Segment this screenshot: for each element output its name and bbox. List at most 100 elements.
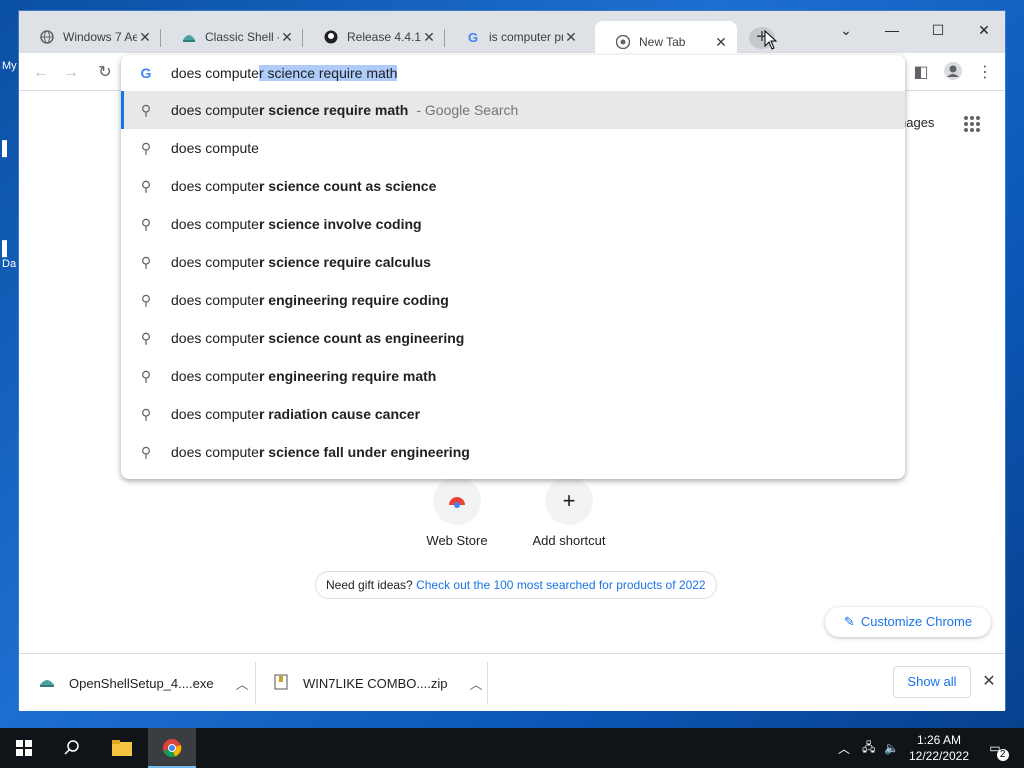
profile-avatar[interactable] (941, 61, 965, 85)
tab-label: Windows 7 Ae (63, 30, 137, 44)
omnibox-dropdown: G does computer science require math ⚲ d… (121, 55, 905, 479)
desktop-icon[interactable]: ▌ (2, 240, 12, 256)
start-button[interactable] (0, 728, 48, 768)
show-all-button[interactable]: Show all (893, 666, 971, 698)
omnibox-text[interactable]: does computer science require math (171, 65, 398, 81)
side-panel-icon[interactable]: ◧ (909, 61, 933, 85)
shortcut-web-store[interactable]: Web Store (407, 477, 507, 548)
zip-icon (271, 674, 291, 693)
volume-icon[interactable]: 🔈 (884, 728, 899, 768)
suggestion-prefix: does compute (171, 368, 259, 384)
suggestion-prefix: does compute (171, 178, 259, 194)
shortcut-label: Web Store (426, 533, 488, 548)
tab-label: Classic Shell - (205, 30, 279, 44)
web-store-icon (433, 477, 481, 525)
tab-label: Release 4.4.17 (347, 30, 421, 44)
suggestion-completion: r science involve coding (258, 216, 422, 232)
desktop-icon-label[interactable]: My (2, 60, 17, 72)
suggestion-item[interactable]: ⚲ does compute r science fall under engin… (121, 433, 905, 471)
chrome-taskbar-icon[interactable] (148, 728, 196, 768)
suggestion-prefix: does compute (171, 216, 259, 232)
back-button[interactable]: ← (29, 61, 53, 85)
suggestion-item[interactable]: ⚲ does compute r science require calculus (121, 243, 905, 281)
suggestion-completion: r radiation cause cancer (258, 406, 421, 422)
maximize-button[interactable]: ☐ (915, 17, 961, 43)
suggestion-prefix: does compute (171, 330, 259, 346)
reload-button[interactable]: ↻ (93, 61, 117, 85)
suggestion-item[interactable]: ⚲ does compute r radiation cause cancer (121, 395, 905, 433)
search-icon: ⚲ (140, 139, 152, 156)
suggestion-completion: r engineering require coding (258, 292, 449, 308)
suggestion-completion: r science require math (258, 102, 409, 118)
tab-search[interactable]: G is computer pr ✕ (445, 21, 587, 53)
customize-label: Customize Chrome (860, 614, 973, 629)
close-icon[interactable]: ✕ (279, 29, 295, 45)
suggestion-item[interactable]: ⚲ does compute (121, 129, 905, 167)
desktop-icon[interactable]: ▌ (2, 140, 12, 156)
close-icon[interactable]: ✕ (563, 29, 579, 45)
omnibox-input[interactable]: G does computer science require math (121, 55, 905, 91)
pencil-icon: ✎ (843, 614, 855, 629)
suggestion-prefix: does compute (171, 406, 259, 422)
download-filename: OpenShellSetup_4....exe (69, 675, 214, 691)
tab-release[interactable]: Release 4.4.17 ✕ (303, 21, 445, 53)
shell-icon (181, 29, 197, 45)
suggestion-completion: r science fall under engineering (258, 444, 470, 460)
suggestion-source: - Google Search (416, 102, 519, 118)
notification-center-icon[interactable]: ▭ 2 (982, 728, 1009, 768)
suggestion-completion: r science count as science (258, 178, 437, 194)
suggestion-item[interactable]: ⚲ does compute r science involve coding (121, 205, 905, 243)
customize-chrome-button[interactable]: ✎ Customize Chrome (825, 607, 991, 637)
download-item[interactable]: OpenShellSetup_4....exe ︿ (37, 662, 249, 704)
download-shelf: OpenShellSetup_4....exe ︿ WIN7LIKE COMBO… (19, 653, 1005, 711)
google-icon: G (467, 29, 479, 45)
forward-button[interactable]: → (59, 61, 83, 85)
suggestion-prefix: does compute (171, 140, 259, 156)
search-icon: ⚲ (140, 405, 152, 422)
suggestion-item[interactable]: ⚲ does compute r engineering require math (121, 357, 905, 395)
suggestion-completion: r science require calculus (258, 254, 431, 270)
clock[interactable]: 1:26 AM 12/22/2022 (904, 732, 974, 764)
close-icon[interactable]: ✕ (137, 29, 153, 45)
mouse-cursor-icon (764, 30, 778, 50)
network-icon[interactable]: 🖧 (862, 728, 875, 768)
suggestion-completion: r engineering require math (258, 368, 437, 384)
close-icon[interactable]: ✕ (979, 668, 999, 696)
file-explorer-icon[interactable] (98, 728, 146, 768)
clock-date: 12/22/2022 (908, 749, 970, 763)
close-window-button[interactable]: ✕ (961, 17, 1007, 43)
chevron-up-icon[interactable]: ︿ (838, 728, 850, 768)
clock-time: 1:26 AM (916, 733, 962, 747)
download-item[interactable]: WIN7LIKE COMBO....zip ︿ (271, 662, 483, 704)
tab-search-dropdown-icon[interactable]: ⌄ (823, 17, 869, 43)
taskbar: ︿ 🖧 🔈 1:26 AM 12/22/2022 ▭ 2 (0, 728, 1024, 768)
suggestion-prefix: does compute (171, 254, 259, 270)
shortcut-add[interactable]: + Add shortcut (519, 477, 619, 548)
search-icon: ⚲ (140, 101, 152, 118)
suggestion-prefix: does compute (171, 444, 259, 460)
download-filename: WIN7LIKE COMBO....zip (303, 675, 448, 691)
suggestion-item[interactable]: ⚲ does compute r science count as science (121, 167, 905, 205)
omnibox-typed: does compute (171, 65, 259, 81)
search-icon: ⚲ (140, 215, 152, 232)
minimize-button[interactable]: — (869, 17, 915, 43)
chevron-up-icon[interactable]: ︿ (469, 674, 482, 693)
promo-banner: Need gift ideas? Check out the 100 most … (315, 571, 717, 599)
suggestion-item[interactable]: ⚲ does compute r science count as enginee… (121, 319, 905, 357)
suggestion-item[interactable]: ⚲ does compute r science require math - G… (121, 91, 905, 129)
divider (255, 662, 256, 704)
promo-link[interactable]: Check out the 100 most searched for prod… (416, 578, 706, 592)
suggestion-item[interactable]: ⚲ does compute r engineering require codi… (121, 281, 905, 319)
tab-classic-shell[interactable]: Classic Shell - ✕ (161, 21, 303, 53)
menu-kebab-icon[interactable]: ⋮ (973, 61, 997, 85)
search-icon: ⚲ (140, 443, 152, 460)
suggestion-prefix: does compute (171, 292, 259, 308)
apps-grid-icon[interactable] (963, 115, 981, 138)
close-icon[interactable]: ✕ (421, 29, 437, 45)
close-icon[interactable]: ✕ (713, 34, 729, 50)
search-icon[interactable] (48, 728, 96, 768)
chevron-up-icon[interactable]: ︿ (236, 674, 249, 693)
tab-windows7[interactable]: Windows 7 Ae ✕ (19, 21, 161, 53)
desktop-icon-label[interactable]: Da (2, 258, 16, 270)
search-icon: ⚲ (140, 177, 152, 194)
